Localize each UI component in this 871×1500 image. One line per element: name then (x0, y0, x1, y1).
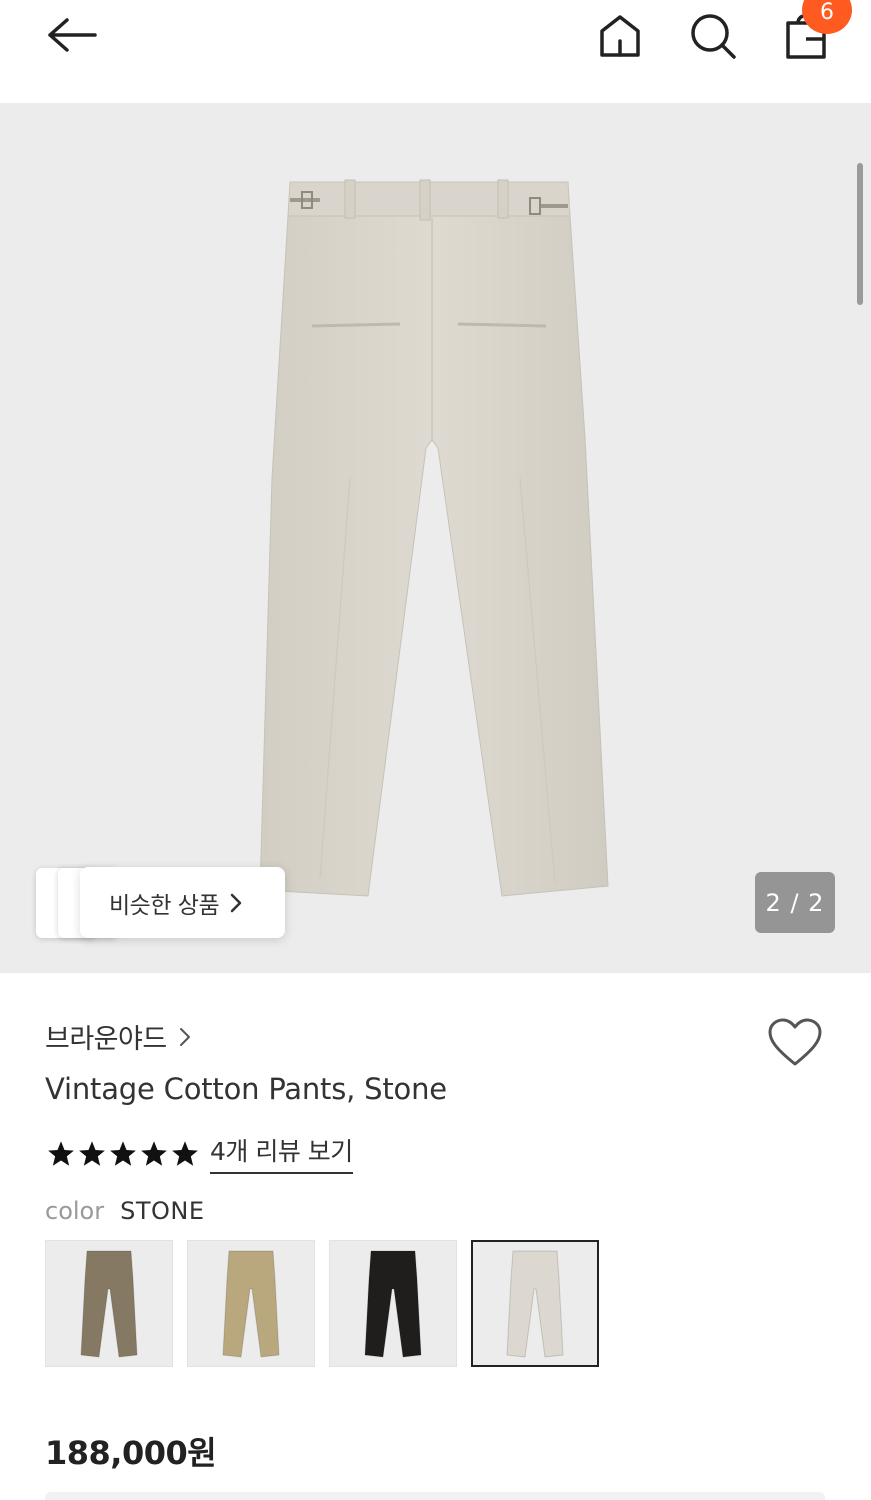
similar-products-button[interactable]: 비슷한 상품 (80, 867, 285, 938)
arrow-left-icon (45, 17, 97, 57)
pants-thumbnail (506, 1250, 564, 1358)
pants-thumbnail (364, 1250, 422, 1358)
star-icon (76, 1138, 107, 1168)
brand-name: 브라운야드 (45, 1024, 167, 1055)
image-page-counter: 2 / 2 (755, 872, 835, 933)
product-image-gallery[interactable]: 비슷한 상품 2 / 2 (0, 103, 871, 973)
heart-outline-icon (767, 1018, 823, 1072)
color-swatch[interactable] (45, 1240, 173, 1367)
star-icon (45, 1138, 76, 1168)
color-swatch[interactable] (471, 1240, 599, 1367)
product-image (259, 179, 609, 897)
review-link[interactable]: 4개 리뷰 보기 (210, 1132, 353, 1174)
bottom-panel-edge (45, 1492, 825, 1500)
star-icon (138, 1138, 169, 1168)
back-button[interactable] (38, 12, 104, 62)
top-nav-bar: 6 (0, 0, 871, 103)
wishlist-button[interactable] (765, 1017, 825, 1073)
color-label: color (45, 1197, 105, 1225)
color-swatch[interactable] (329, 1240, 457, 1367)
home-button[interactable] (592, 10, 648, 66)
pants-thumbnail (222, 1250, 280, 1358)
star-icon (107, 1138, 138, 1168)
star-icon (169, 1138, 200, 1168)
search-button[interactable] (685, 10, 741, 66)
home-icon (598, 13, 642, 63)
pants-thumbnail (80, 1250, 138, 1358)
chevron-right-icon (229, 892, 243, 914)
similar-products-label: 비슷한 상품 (109, 892, 220, 919)
color-swatch-list (45, 1240, 613, 1367)
brand-link[interactable]: 브라운야드 (45, 1017, 191, 1056)
color-swatch[interactable] (187, 1240, 315, 1367)
image-scroll-indicator (857, 163, 863, 305)
chevron-right-icon (179, 1027, 191, 1047)
rating-row: 4개 리뷰 보기 (45, 1132, 353, 1174)
product-title: Vintage Cotton Pants, Stone (45, 1072, 447, 1106)
color-value: STONE (120, 1197, 205, 1225)
color-row: color STONE (45, 1197, 205, 1225)
search-icon (689, 12, 737, 64)
star-rating (45, 1138, 200, 1168)
product-price: 188,000원 (45, 1434, 217, 1472)
